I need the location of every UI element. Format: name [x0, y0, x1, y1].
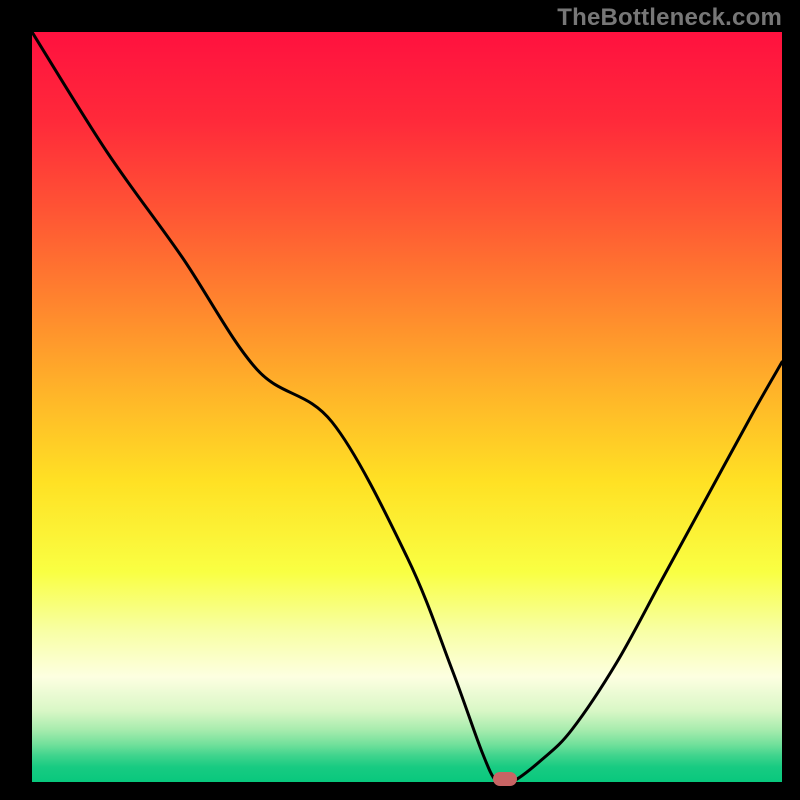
plot-area [32, 32, 782, 782]
watermark-text: TheBottleneck.com [557, 4, 782, 32]
chart-frame: TheBottleneck.com [0, 0, 800, 800]
plot-svg [32, 32, 782, 782]
bottleneck-marker [493, 772, 517, 786]
